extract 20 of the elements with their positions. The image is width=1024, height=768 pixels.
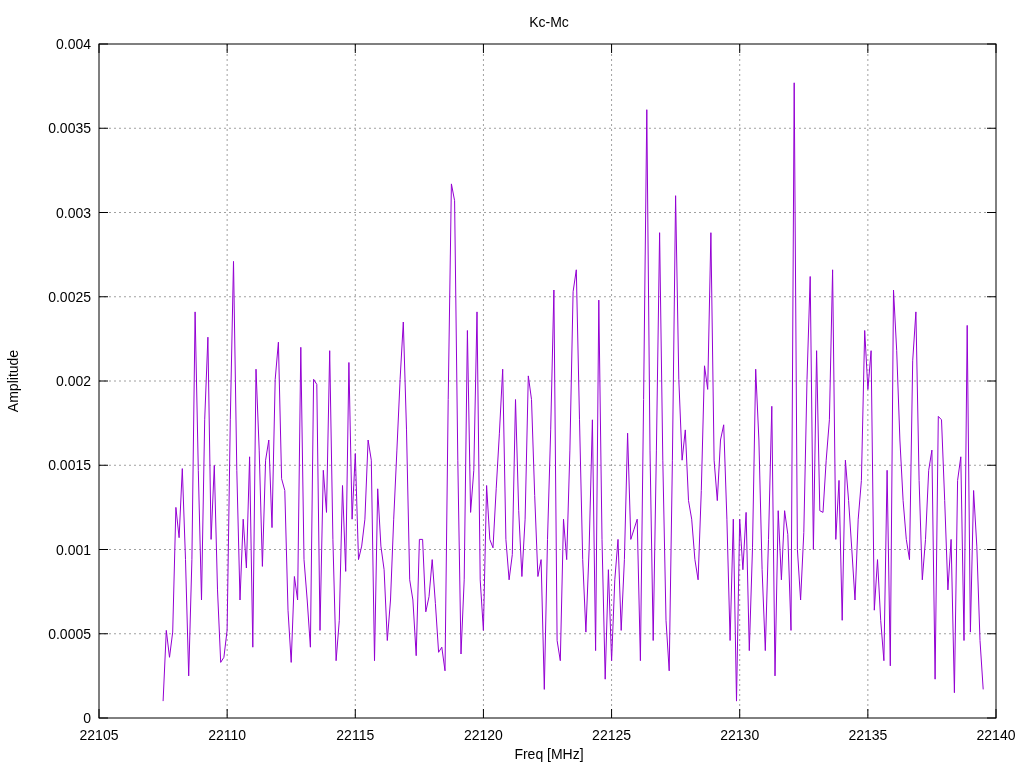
tick-label: 22115 (336, 727, 375, 743)
axis-label: Amplitude (5, 349, 21, 413)
tick-label: 0.003 (55, 204, 91, 221)
tick-label: 0.0015 (48, 457, 91, 474)
tick-label: 0.004 (55, 36, 91, 52)
tick-label: 0.0035 (48, 120, 91, 137)
tick-label: 0.002 (55, 373, 91, 389)
tick-label: 0.0025 (48, 288, 91, 305)
axis-label: Freq [MHz] (514, 746, 584, 762)
tick-label: 22125 (592, 727, 632, 743)
tick-label: 0 (83, 710, 91, 726)
tick-label: 22130 (720, 727, 760, 743)
chart-title: Kc-Mc (529, 14, 569, 30)
tick-label: 22135 (848, 727, 888, 743)
tick-label: 22105 (79, 727, 119, 743)
tick-label: 22140 (976, 727, 1016, 743)
tick-label: 22120 (463, 727, 503, 743)
tick-label: 0.001 (55, 541, 91, 558)
tick-label: 0.0005 (48, 625, 91, 642)
tick-label: 22110 (208, 727, 247, 743)
